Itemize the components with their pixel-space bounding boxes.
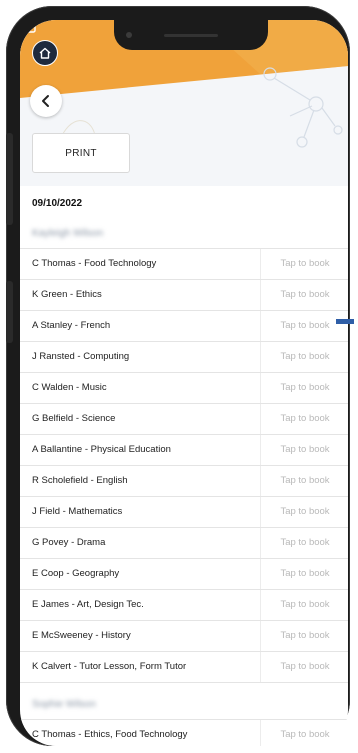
teacher-subject: A Ballantine - Physical Education — [32, 444, 171, 455]
student-name-text: Kayleigh Wilson — [32, 227, 104, 239]
teacher-subject: E McSweeney - History — [32, 630, 131, 641]
teacher-subject: G Belfield - Science — [32, 413, 116, 424]
appointment-row: J Ransted - Computing Tap to book — [20, 341, 348, 372]
phone-notch — [114, 20, 268, 50]
teacher-subject: C Thomas - Food Technology — [32, 258, 157, 269]
group-divider — [20, 682, 348, 689]
teacher-subject: A Stanley - French — [32, 320, 111, 331]
appointments-list: 09/10/2022 Kayleigh Wilson C Thomas - Fo… — [20, 188, 348, 746]
teacher-subject: E Coop - Geography — [32, 568, 120, 579]
tap-to-book-button[interactable]: Tap to book — [260, 373, 348, 403]
appointment-row: C Thomas - Food Technology Tap to book — [20, 248, 348, 279]
teacher-subject: J Field - Mathematics — [32, 506, 123, 517]
student-name: Kayleigh Wilson — [20, 218, 348, 248]
tap-to-book-button[interactable]: Tap to book — [260, 311, 348, 341]
teacher-subject: E James - Art, Design Tec. — [32, 599, 144, 610]
home-icon — [39, 47, 51, 59]
tap-to-book-button[interactable]: Tap to book — [260, 559, 348, 589]
teacher-subject: C Thomas - Ethics, Food Technology — [32, 729, 188, 740]
tap-to-book-button[interactable]: Tap to book — [260, 466, 348, 496]
phone-side-button — [6, 133, 13, 225]
teacher-subject: J Ransted - Computing — [32, 351, 130, 362]
tap-to-book-button[interactable]: Tap to book — [260, 249, 348, 279]
student-name: Sophie Wilson — [20, 689, 348, 719]
tap-to-book-button[interactable]: Tap to book — [260, 342, 348, 372]
appointment-row: E McSweeney - History Tap to book — [20, 620, 348, 651]
appointment-row: A Stanley - French Tap to book — [20, 310, 348, 341]
teacher-subject: G Povey - Drama — [32, 537, 106, 548]
appointment-row: K Calvert - Tutor Lesson, Form Tutor Tap… — [20, 651, 348, 682]
appointment-row: G Belfield - Science Tap to book — [20, 403, 348, 434]
back-button[interactable] — [30, 85, 62, 117]
appointment-row: R Scholefield - English Tap to book — [20, 465, 348, 496]
header-banner: PRINT — [20, 20, 348, 186]
chevron-left-icon — [42, 95, 49, 107]
app-screen: PRINT 09/10/2022 Kayleigh Wilson C Thoma… — [20, 20, 348, 746]
session-date: 09/10/2022 — [32, 197, 83, 209]
appointment-row: A Ballantine - Physical Education Tap to… — [20, 434, 348, 465]
tap-to-book-button[interactable]: Tap to book — [260, 280, 348, 310]
tap-to-book-button[interactable]: Tap to book — [260, 404, 348, 434]
phone-side-button — [6, 281, 13, 343]
tap-to-book-button[interactable]: Tap to book — [260, 590, 348, 620]
mail-icon[interactable] — [20, 20, 36, 34]
tap-to-book-button[interactable]: Tap to book — [260, 720, 348, 746]
appointment-row: C Walden - Music Tap to book — [20, 372, 348, 403]
student-name-text: Sophie Wilson — [32, 698, 96, 710]
print-button[interactable]: PRINT — [32, 133, 130, 173]
appointment-row: J Field - Mathematics Tap to book — [20, 496, 348, 527]
tap-to-book-button[interactable]: Tap to book — [260, 497, 348, 527]
annotation-connector — [336, 319, 354, 324]
tap-to-book-button[interactable]: Tap to book — [260, 435, 348, 465]
teacher-subject: K Green - Ethics — [32, 289, 102, 300]
home-button[interactable] — [32, 40, 58, 66]
teacher-subject: K Calvert - Tutor Lesson, Form Tutor — [32, 661, 187, 672]
appointment-row: E Coop - Geography Tap to book — [20, 558, 348, 589]
teacher-subject: C Walden - Music — [32, 382, 107, 393]
phone-frame: PRINT 09/10/2022 Kayleigh Wilson C Thoma… — [6, 6, 350, 746]
tap-to-book-button[interactable]: Tap to book — [260, 528, 348, 558]
appointment-row: E James - Art, Design Tec. Tap to book — [20, 589, 348, 620]
tap-to-book-button[interactable]: Tap to book — [260, 621, 348, 651]
appointment-row: G Povey - Drama Tap to book — [20, 527, 348, 558]
tap-to-book-button[interactable]: Tap to book — [260, 652, 348, 682]
appointment-row: C Thomas - Ethics, Food Technology Tap t… — [20, 719, 348, 746]
teacher-subject: R Scholefield - English — [32, 475, 128, 486]
appointment-row: K Green - Ethics Tap to book — [20, 279, 348, 310]
